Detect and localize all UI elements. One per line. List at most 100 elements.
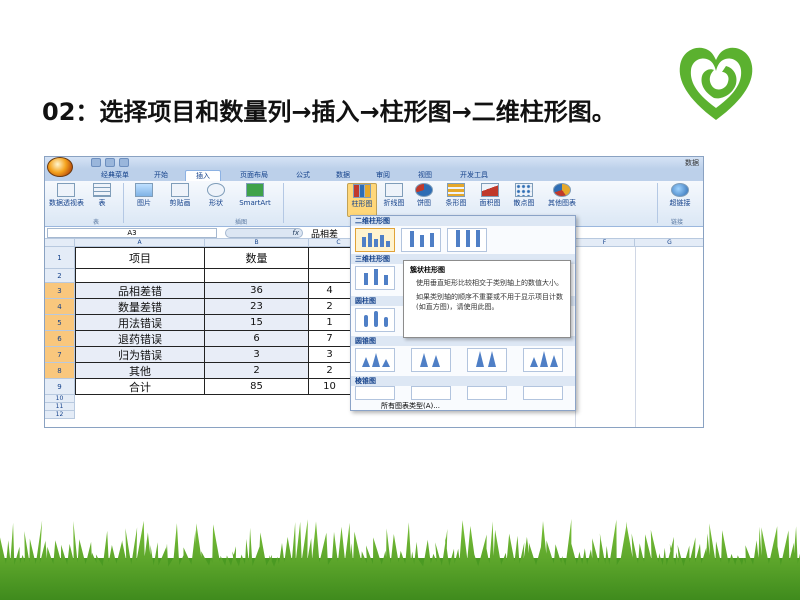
total-qty-cell[interactable]: 85 <box>205 379 309 395</box>
total-label-cell[interactable]: 合计 <box>75 379 205 395</box>
gridline <box>635 247 636 427</box>
cell[interactable] <box>309 247 351 269</box>
table-button[interactable]: 表 <box>87 183 117 217</box>
pyramid-option-1[interactable] <box>355 386 395 400</box>
value-cell[interactable]: 2 <box>309 299 351 315</box>
header-cell-item[interactable]: 项目 <box>75 247 205 269</box>
pyramid-option-3[interactable] <box>467 386 507 400</box>
item-cell[interactable]: 数量差错 <box>75 299 205 315</box>
qty-cell[interactable]: 15 <box>205 315 309 331</box>
qty-cell[interactable]: 36 <box>205 283 309 299</box>
tab-home[interactable]: 开始 <box>143 170 179 181</box>
tab-insert[interactable]: 插入 <box>185 170 221 181</box>
value-cell[interactable]: 1 <box>309 315 351 331</box>
row-header[interactable]: 1 <box>45 247 75 269</box>
column-chart-button[interactable]: 柱形图 <box>347 183 377 217</box>
area-chart-button[interactable]: 面积图 <box>475 183 505 217</box>
cell[interactable] <box>309 269 351 283</box>
all-chart-types-link[interactable]: 所有图表类型(A)... <box>351 400 575 412</box>
clip-art-icon <box>171 183 189 197</box>
smartart-icon <box>246 183 264 197</box>
redo-icon[interactable] <box>119 158 129 167</box>
pyramid-option-2[interactable] <box>411 386 451 400</box>
tab-developer[interactable]: 开发工具 <box>451 170 497 181</box>
tab-view[interactable]: 视图 <box>407 170 443 181</box>
cell[interactable] <box>75 269 205 283</box>
column-header-a[interactable]: A <box>75 239 205 247</box>
area-chart-icon <box>481 183 499 197</box>
hyperlink-button[interactable]: 超链接 <box>663 183 697 217</box>
value-cell[interactable]: 2 <box>309 363 351 379</box>
cone-option-4[interactable] <box>523 348 563 372</box>
qty-cell[interactable]: 6 <box>205 331 309 347</box>
column-header-f[interactable]: F <box>575 239 635 247</box>
row-header[interactable]: 5 <box>45 315 75 331</box>
stacked-column-option[interactable] <box>401 228 441 252</box>
office-button[interactable] <box>47 157 73 177</box>
section-2d-column: 二维柱形图 <box>351 216 575 226</box>
value-cell[interactable]: 4 <box>309 283 351 299</box>
name-box[interactable]: A3 <box>47 228 217 238</box>
item-cell[interactable]: 其他 <box>75 363 205 379</box>
tab-review[interactable]: 审阅 <box>365 170 401 181</box>
tab-formulas[interactable]: 公式 <box>285 170 321 181</box>
undo-icon[interactable] <box>105 158 115 167</box>
save-icon[interactable] <box>91 158 101 167</box>
row-header[interactable]: 2 <box>45 269 75 283</box>
area-chart-label: 面积图 <box>479 199 501 207</box>
ribbon-tabs: 经典菜单 开始 插入 页面布局 公式 数据 审阅 视图 开发工具 <box>45 169 703 181</box>
scatter-chart-button[interactable]: 散点图 <box>509 183 539 217</box>
clip-art-button[interactable]: 剪贴画 <box>163 183 197 217</box>
clustered-column-option[interactable] <box>355 228 395 252</box>
tab-data[interactable]: 数据 <box>325 170 361 181</box>
cone-option-2[interactable] <box>411 348 451 372</box>
total-value-cell[interactable]: 10 <box>309 379 351 395</box>
value-cell[interactable]: 7 <box>309 331 351 347</box>
smartart-button[interactable]: SmartArt <box>233 183 277 217</box>
header-cell-qty[interactable]: 数量 <box>205 247 309 269</box>
item-cell[interactable]: 品相差错 <box>75 283 205 299</box>
row-header[interactable]: 6 <box>45 331 75 347</box>
picture-button[interactable]: 图片 <box>129 183 159 217</box>
row-header[interactable]: 9 <box>45 379 75 395</box>
separator <box>123 183 124 223</box>
bar-chart-button[interactable]: 条形图 <box>441 183 471 217</box>
column-header-g[interactable]: G <box>635 239 703 247</box>
tab-page-layout[interactable]: 页面布局 <box>229 170 279 181</box>
picture-label: 图片 <box>137 199 151 207</box>
cell[interactable] <box>205 269 309 283</box>
row-header[interactable]: 7 <box>45 347 75 363</box>
item-cell[interactable]: 归为错误 <box>75 347 205 363</box>
pivot-table-button[interactable]: 数据透视表 <box>49 183 84 217</box>
row-header[interactable]: 10 <box>45 395 75 403</box>
other-charts-button[interactable]: 其他图表 <box>543 183 581 217</box>
fx-icon[interactable]: fx <box>225 228 303 238</box>
100-stacked-column-option[interactable] <box>447 228 487 252</box>
heart-logo-icon <box>679 47 753 121</box>
row-header[interactable]: 12 <box>45 411 75 419</box>
item-cell[interactable]: 退药错误 <box>75 331 205 347</box>
qty-cell[interactable]: 2 <box>205 363 309 379</box>
cylinder-option[interactable] <box>355 308 395 332</box>
qty-cell[interactable]: 23 <box>205 299 309 315</box>
select-all-corner[interactable] <box>45 239 75 247</box>
line-chart-button[interactable]: 折线图 <box>379 183 409 217</box>
cone-option-3[interactable] <box>467 348 507 372</box>
cone-option-1[interactable] <box>355 348 395 372</box>
pivot-table-label: 数据透视表 <box>49 199 84 207</box>
pyramid-option-4[interactable] <box>523 386 563 400</box>
pie-chart-button[interactable]: 饼图 <box>411 183 437 217</box>
row-header[interactable]: 4 <box>45 299 75 315</box>
pie-chart-label: 饼图 <box>417 199 431 207</box>
row-header[interactable]: 3 <box>45 283 75 299</box>
3d-column-option[interactable] <box>355 266 395 290</box>
value-cell[interactable]: 3 <box>309 347 351 363</box>
shapes-button[interactable]: 形状 <box>201 183 231 217</box>
qty-cell[interactable]: 3 <box>205 347 309 363</box>
column-header-b[interactable]: B <box>205 239 309 247</box>
row-header[interactable]: 8 <box>45 363 75 379</box>
row-header[interactable]: 11 <box>45 403 75 411</box>
tab-classic-menu[interactable]: 经典菜单 <box>93 170 137 181</box>
column-chart-dropdown: 二维柱形图 三维柱形图 圆柱图 圆锥图 棱锥图 所有图表类型(A)... 簇状柱… <box>350 215 576 411</box>
item-cell[interactable]: 用法错误 <box>75 315 205 331</box>
